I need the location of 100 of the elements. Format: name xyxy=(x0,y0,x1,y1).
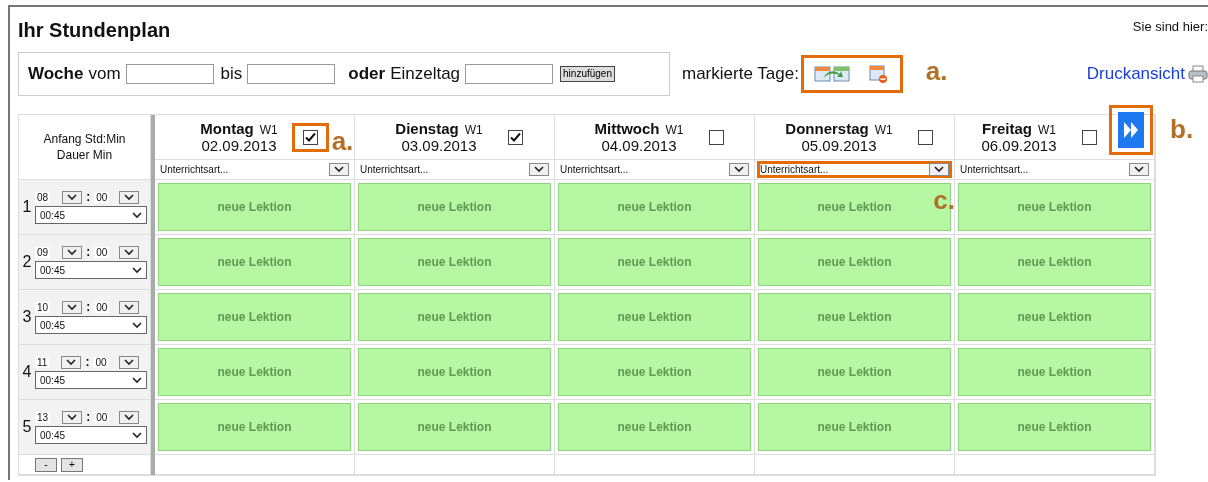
new-lesson-button[interactable]: neue Lektion xyxy=(158,238,351,286)
new-lesson-button[interactable]: neue Lektion xyxy=(158,183,351,231)
week-label: Woche xyxy=(28,64,84,84)
week-label: W1 xyxy=(874,123,893,137)
hour-dropdown[interactable] xyxy=(62,245,83,259)
duration-dropdown[interactable]: 00:45 xyxy=(35,261,147,279)
new-lesson-button[interactable]: neue Lektion xyxy=(558,403,751,451)
minute-dropdown[interactable] xyxy=(118,355,139,369)
day-date: 03.09.2013 xyxy=(401,137,477,154)
colon-separator: : xyxy=(86,245,91,259)
chevron-down-icon xyxy=(67,248,78,256)
chevron-down-icon xyxy=(534,166,544,173)
chevron-down-icon xyxy=(123,358,134,366)
new-lesson-button[interactable]: neue Lektion xyxy=(758,403,951,451)
new-lesson-button[interactable]: neue Lektion xyxy=(958,183,1151,231)
duration-dropdown[interactable]: 00:45 xyxy=(35,316,147,334)
chevron-down-icon xyxy=(124,303,135,311)
single-day-field[interactable] xyxy=(465,64,554,84)
chevron-down-icon xyxy=(132,266,142,274)
new-lesson-button[interactable]: neue Lektion xyxy=(558,183,751,231)
minute-dropdown[interactable] xyxy=(119,300,140,314)
lesson-type-dropdown[interactable]: Unterrichtsart... xyxy=(957,161,1152,178)
new-lesson-button[interactable]: neue Lektion xyxy=(358,238,551,286)
day-date: 04.09.2013 xyxy=(601,137,677,154)
new-lesson-button[interactable]: neue Lektion xyxy=(158,403,351,451)
minute-dropdown[interactable] xyxy=(119,410,140,424)
row-number: 3 xyxy=(21,308,33,326)
single-day-label: Einzeltag xyxy=(390,64,461,84)
add-button[interactable]: hinzufügen xyxy=(560,66,615,82)
new-lesson-button[interactable]: neue Lektion xyxy=(958,293,1151,341)
lesson-type-dropdown[interactable]: Unterrichtsart... xyxy=(357,161,552,178)
new-lesson-button[interactable]: neue Lektion xyxy=(358,183,551,231)
duration-dropdown[interactable]: 00:45 xyxy=(35,426,147,444)
hour-value: 11 xyxy=(35,356,50,368)
colon-separator: : xyxy=(85,355,90,369)
duration-dropdown[interactable]: 00:45 xyxy=(35,206,147,224)
day-checkbox[interactable] xyxy=(507,129,523,145)
copy-calendar-icon[interactable] xyxy=(813,65,850,83)
delete-calendar-icon[interactable] xyxy=(867,64,888,84)
new-lesson-button[interactable]: neue Lektion xyxy=(558,293,751,341)
new-lesson-button[interactable]: neue Lektion xyxy=(558,238,751,286)
new-lesson-button[interactable]: neue Lektion xyxy=(758,293,951,341)
new-lesson-button[interactable]: neue Lektion xyxy=(158,293,351,341)
from-label: vom xyxy=(88,64,121,84)
colon-separator: : xyxy=(86,410,91,424)
new-lesson-button[interactable]: neue Lektion xyxy=(958,238,1151,286)
lesson-type-dropdown[interactable]: Unterrichtsart... xyxy=(557,161,752,178)
printer-icon xyxy=(1188,65,1208,83)
day-checkbox[interactable] xyxy=(708,129,724,145)
duration-dropdown[interactable]: 00:45 xyxy=(35,371,147,389)
new-lesson-button[interactable]: neue Lektion xyxy=(958,403,1151,451)
annotation-label: b. xyxy=(1170,114,1194,145)
new-lesson-button[interactable]: neue Lektion xyxy=(358,403,551,451)
hour-dropdown[interactable] xyxy=(61,355,82,369)
new-lesson-button[interactable]: neue Lektion xyxy=(158,348,351,396)
new-lesson-button[interactable]: neue Lektion xyxy=(558,348,751,396)
lesson-type-dropdown[interactable]: Unterrichtsart... xyxy=(157,161,352,178)
remove-row-button[interactable]: - xyxy=(35,457,57,472)
minute-dropdown[interactable] xyxy=(119,190,140,204)
chevron-down-icon xyxy=(66,358,77,366)
day-date: 02.09.2013 xyxy=(201,137,277,154)
minute-value: 00 xyxy=(94,246,110,258)
day-checkbox[interactable] xyxy=(302,129,318,145)
chevron-down-icon xyxy=(124,248,135,256)
day-date: 06.09.2013 xyxy=(981,137,1057,154)
chevron-down-icon xyxy=(67,303,78,311)
day-checkbox[interactable] xyxy=(917,129,933,145)
hour-dropdown[interactable] xyxy=(62,190,83,204)
day-name: Mittwoch xyxy=(594,120,660,137)
new-lesson-button[interactable]: neue Lektion xyxy=(358,348,551,396)
week-label: W1 xyxy=(464,123,483,137)
to-label: bis xyxy=(220,64,243,84)
day-checkbox[interactable] xyxy=(1081,129,1097,145)
chevron-down-icon xyxy=(334,166,344,173)
annotation-label: a. xyxy=(925,56,948,87)
new-lesson-button[interactable]: neue Lektion xyxy=(358,293,551,341)
minute-value: 00 xyxy=(94,301,110,313)
hour-dropdown[interactable] xyxy=(62,300,83,314)
next-week-button[interactable] xyxy=(1118,112,1144,148)
print-view-link[interactable]: Druckansicht xyxy=(1086,64,1208,84)
duration-heading: Dauer Min xyxy=(56,147,113,163)
or-label: oder xyxy=(348,64,386,84)
week-label: W1 xyxy=(259,123,278,137)
day-name: Montag xyxy=(200,120,254,137)
new-lesson-button[interactable]: neue Lektion xyxy=(758,348,951,396)
new-lesson-button[interactable]: neue Lektion xyxy=(958,348,1151,396)
add-row-button[interactable]: + xyxy=(61,457,83,472)
chevron-down-icon xyxy=(124,193,135,201)
page-title: Ihr Stundenplan xyxy=(18,19,171,42)
hour-dropdown[interactable] xyxy=(62,410,83,424)
new-lesson-button[interactable]: neue Lektion xyxy=(758,238,951,286)
minute-dropdown[interactable] xyxy=(119,245,140,259)
chevron-down-icon xyxy=(132,431,142,439)
colon-separator: : xyxy=(86,300,91,314)
row-number: 2 xyxy=(21,253,33,271)
hour-value: 08 xyxy=(35,191,51,203)
from-date-field[interactable] xyxy=(125,64,214,84)
to-date-field[interactable] xyxy=(247,64,336,84)
day-name: Donnerstag xyxy=(785,120,869,137)
chevron-down-icon xyxy=(132,376,142,384)
